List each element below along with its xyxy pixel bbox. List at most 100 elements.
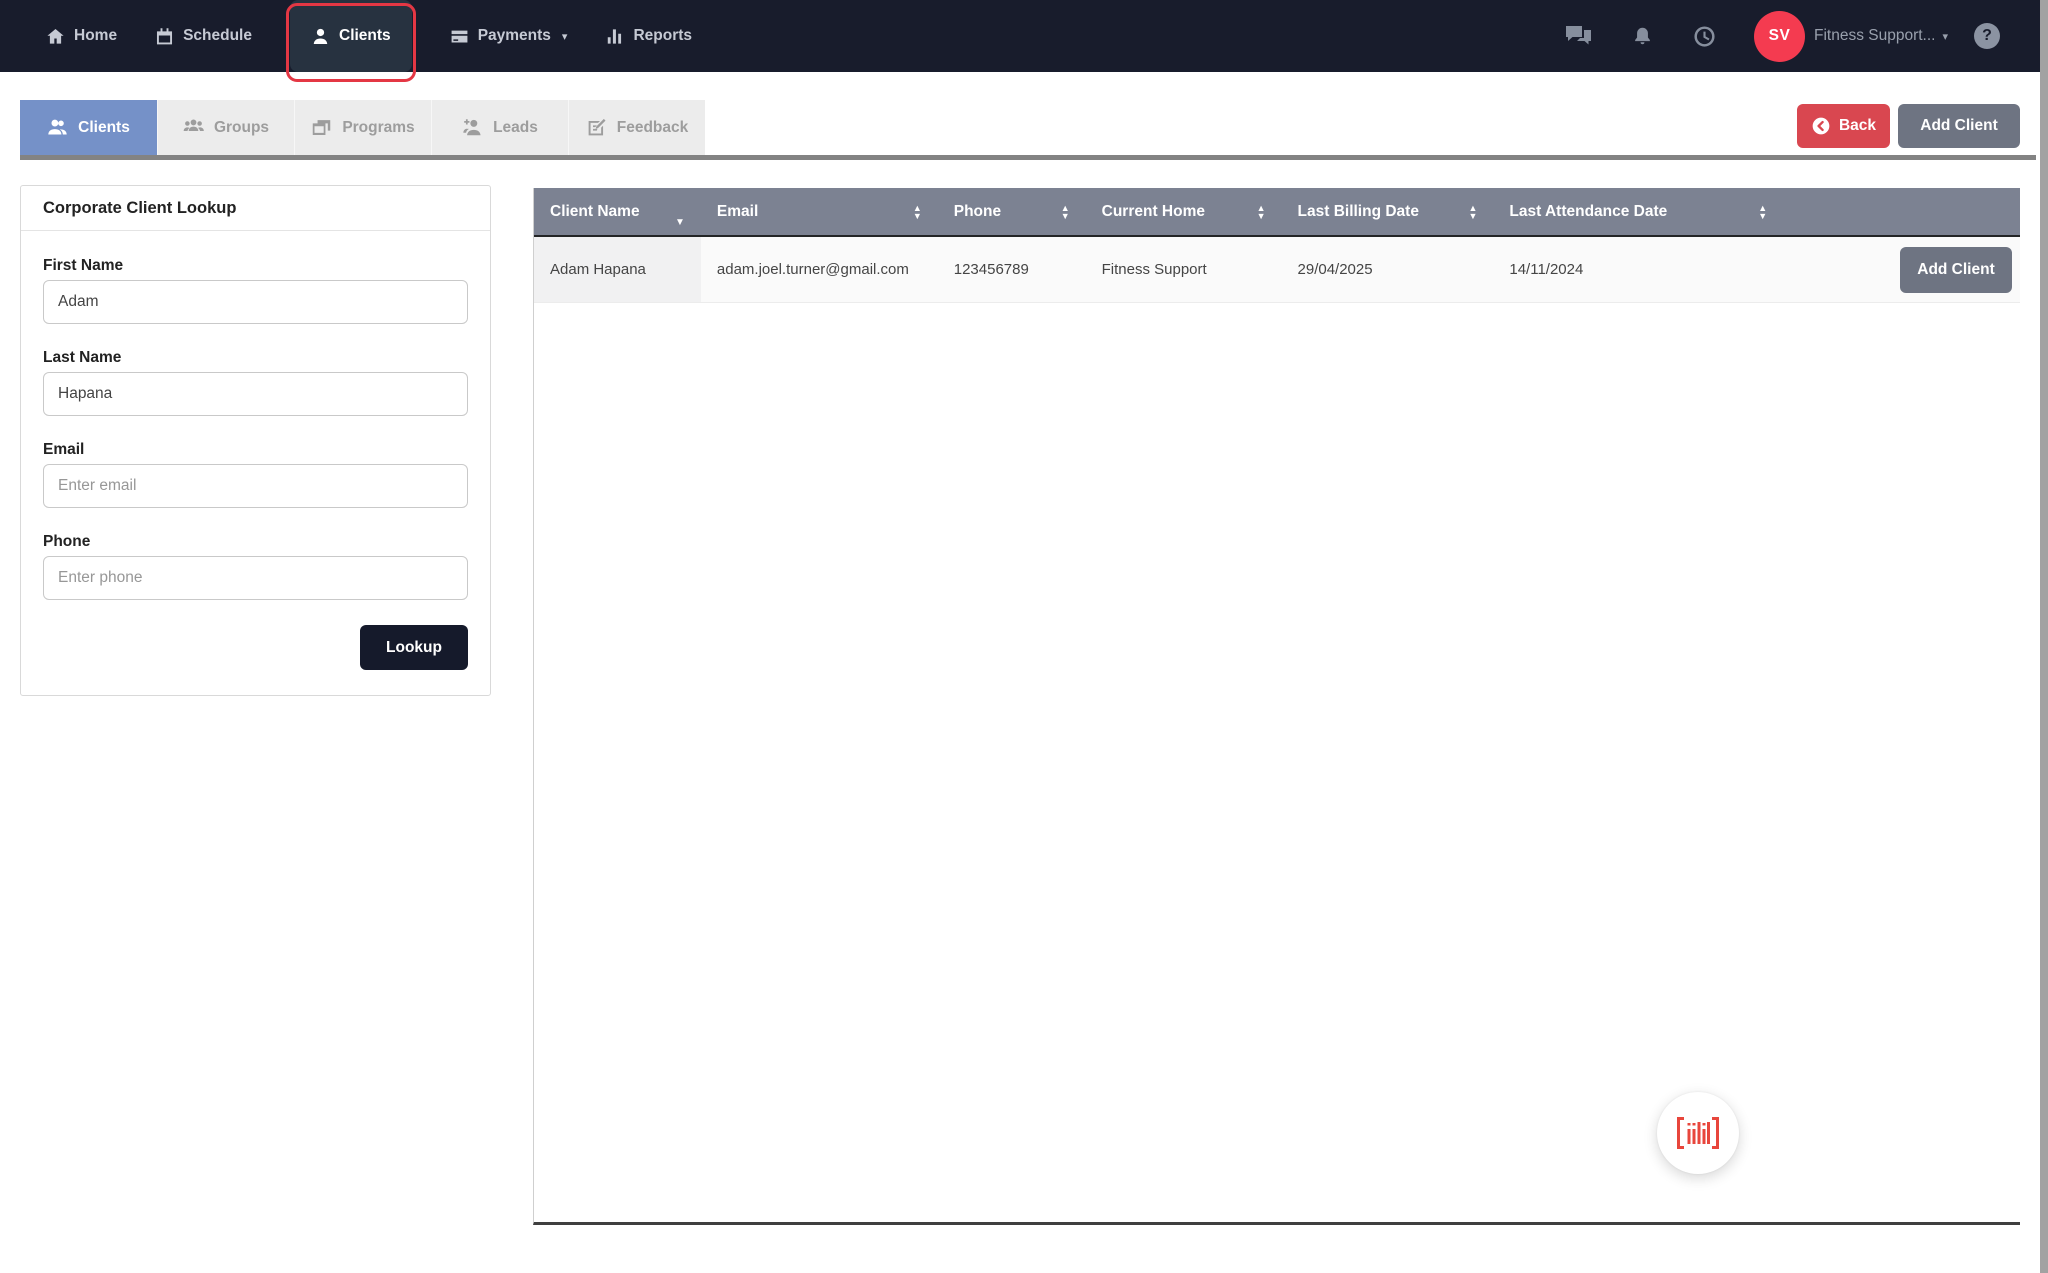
column-header-last-attendance-date[interactable]: Last Attendance Date ▲▼: [1493, 188, 1783, 235]
first-name-input[interactable]: [43, 280, 468, 324]
sub-tabs: Clients Groups Programs Leads Feedback: [20, 100, 705, 155]
cell-last-attendance-date: 14/11/2024: [1493, 237, 1783, 302]
help-button[interactable]: ?: [1974, 23, 2000, 49]
last-name-label: Last Name: [43, 349, 468, 366]
sort-icon: ▲▼: [1758, 204, 1767, 220]
account-name[interactable]: Fitness Support...: [1814, 27, 1935, 45]
table-header-row: Client Name ▼ Email ▲▼ Phone ▲▼ Current …: [534, 188, 2020, 237]
credit-card-icon: [450, 27, 469, 46]
first-name-field-group: First Name: [43, 257, 468, 324]
cell-last-billing-date: 29/04/2025: [1282, 237, 1494, 302]
nav-item-label: Home: [74, 27, 117, 45]
clients-table: Client Name ▼ Email ▲▼ Phone ▲▼ Current …: [533, 188, 2020, 1225]
sort-icon: ▲▼: [1061, 204, 1070, 220]
lookup-button-label: Lookup: [386, 639, 442, 657]
sort-icon: ▲▼: [1257, 204, 1266, 220]
phone-label: Phone: [43, 533, 468, 550]
group-icon: [183, 117, 204, 138]
tab-label: Programs: [342, 119, 414, 137]
nav-menu: Home Schedule Clients Payments ▾ Reports: [0, 0, 692, 72]
phone-input[interactable]: [43, 556, 468, 600]
column-header-client-name[interactable]: Client Name ▼: [534, 188, 701, 235]
windows-icon: [311, 117, 332, 138]
cell-current-home: Fitness Support: [1086, 237, 1282, 302]
corporate-client-lookup-card: Corporate Client Lookup First Name Last …: [20, 185, 491, 696]
nav-item-label: Schedule: [183, 27, 252, 45]
person-plus-icon: [462, 117, 483, 138]
last-name-field-group: Last Name: [43, 349, 468, 416]
chevron-down-icon: ▾: [562, 30, 568, 43]
card-body: First Name Last Name Email Phone Lookup: [21, 231, 490, 695]
avatar[interactable]: SV: [1754, 11, 1805, 62]
column-label: Last Billing Date: [1298, 203, 1419, 221]
column-header-current-home[interactable]: Current Home ▲▼: [1086, 188, 1282, 235]
cell-client-name: Adam Hapana: [534, 237, 701, 302]
tab-label: Clients: [78, 119, 130, 137]
notifications-button[interactable]: [1632, 25, 1653, 48]
barcode-scan-fab[interactable]: [1657, 1092, 1739, 1174]
nav-item-home[interactable]: Home: [46, 27, 117, 46]
phone-field-group: Phone: [43, 533, 468, 600]
edit-note-icon: [586, 117, 607, 138]
column-header-phone[interactable]: Phone ▲▼: [938, 188, 1086, 235]
nav-item-label: Reports: [633, 27, 692, 45]
tabs-divider: [20, 155, 2036, 160]
person-icon: [311, 27, 330, 46]
nav-item-schedule[interactable]: Schedule: [155, 27, 252, 46]
email-input[interactable]: [43, 464, 468, 508]
column-header-last-billing-date[interactable]: Last Billing Date ▲▼: [1282, 188, 1494, 235]
sort-desc-icon: ▼: [675, 217, 685, 228]
sort-icon: ▲▼: [1468, 204, 1477, 220]
tab-clients[interactable]: Clients: [20, 100, 157, 155]
column-label: Last Attendance Date: [1509, 203, 1667, 221]
bell-icon: [1632, 25, 1653, 48]
history-button[interactable]: [1693, 25, 1716, 48]
column-label: Current Home: [1102, 203, 1205, 221]
bar-chart-icon: [605, 27, 624, 46]
column-header-email[interactable]: Email ▲▼: [701, 188, 938, 235]
lookup-button[interactable]: Lookup: [360, 625, 468, 670]
tab-feedback[interactable]: Feedback: [568, 100, 705, 155]
column-label: Phone: [954, 203, 1001, 221]
arrow-circle-left-icon: [1811, 116, 1831, 136]
home-icon: [46, 27, 65, 46]
email-label: Email: [43, 441, 468, 458]
back-button-label: Back: [1839, 117, 1876, 135]
account-chevron-down-icon[interactable]: ▾: [1942, 30, 1948, 43]
email-field-group: Email: [43, 441, 468, 508]
tab-groups[interactable]: Groups: [157, 100, 294, 155]
nav-item-label: Clients: [339, 27, 391, 45]
row-add-client-label: Add Client: [1917, 261, 1995, 279]
calendar-icon: [155, 27, 174, 46]
clock-icon: [1693, 25, 1716, 48]
tab-leads[interactable]: Leads: [431, 100, 568, 155]
cell-email: adam.joel.turner@gmail.com: [701, 237, 938, 302]
cell-phone: 123456789: [938, 237, 1086, 302]
first-name-label: First Name: [43, 257, 468, 274]
row-add-client-button[interactable]: Add Client: [1900, 247, 2012, 293]
nav-item-payments[interactable]: Payments ▾: [450, 27, 568, 46]
chat-button[interactable]: [1565, 24, 1592, 48]
barcode-scan-icon: [1675, 1116, 1721, 1150]
tab-programs[interactable]: Programs: [294, 100, 431, 155]
tab-label: Feedback: [617, 119, 689, 137]
navbar-right: SV Fitness Support... ▾ ?: [1565, 0, 2000, 72]
column-label: Client Name: [550, 203, 640, 221]
button-row: Lookup: [43, 625, 468, 670]
tab-label: Leads: [493, 119, 538, 137]
nav-item-clients[interactable]: Clients: [290, 0, 412, 72]
chat-icon: [1565, 24, 1592, 48]
add-client-button[interactable]: Add Client: [1898, 104, 2020, 148]
avatar-initials: SV: [1769, 27, 1791, 45]
nav-item-label: Payments: [478, 27, 551, 45]
people-icon: [47, 117, 68, 138]
top-navbar: Home Schedule Clients Payments ▾ Reports: [0, 0, 2040, 72]
card-title: Corporate Client Lookup: [21, 186, 490, 231]
back-button[interactable]: Back: [1797, 104, 1890, 148]
tab-label: Groups: [214, 119, 269, 137]
scrollbar[interactable]: [2040, 0, 2048, 1273]
nav-item-reports[interactable]: Reports: [605, 27, 692, 46]
cell-actions: Add Client: [1783, 237, 2020, 302]
last-name-input[interactable]: [43, 372, 468, 416]
column-label: Email: [717, 203, 758, 221]
